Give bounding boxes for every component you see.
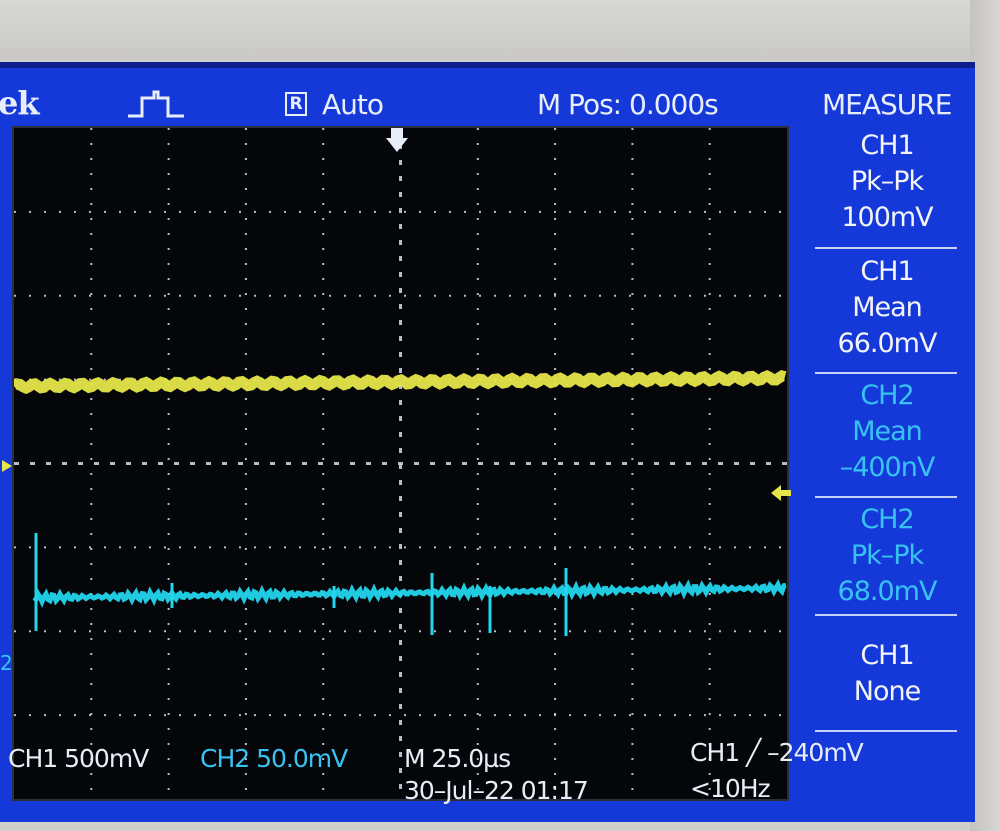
measure-5-channel: CH1	[860, 640, 914, 671]
rising-edge-pulse-icon	[128, 90, 184, 118]
measure-1-channel: CH1	[860, 130, 914, 161]
measure-3-type: Mean	[852, 416, 923, 447]
acquisition-badge: R	[285, 92, 307, 116]
measure-slot-3[interactable]: CH2 Mean –400nV	[813, 378, 961, 486]
date-time-readout: 30–Jul–22 01:17	[404, 776, 589, 805]
waveform-graticule	[12, 126, 789, 801]
brand-logo: ek	[0, 84, 40, 122]
ch2-ground-marker: 2	[0, 651, 13, 675]
measure-1-type: Pk–Pk	[850, 166, 924, 197]
menu-divider	[815, 496, 957, 498]
ch2-trace	[32, 579, 787, 608]
ch1-scale-readout: CH1 500mV	[8, 744, 149, 773]
oscilloscope-screen: ek R Auto M Pos: 0.000s MEASURE 2 CH1 Pk…	[0, 62, 975, 822]
measure-slot-4[interactable]: CH2 Pk–Pk 68.0mV	[813, 502, 961, 610]
trigger-level-marker	[771, 485, 791, 501]
measure-4-type: Pk–Pk	[850, 540, 924, 571]
menu-divider	[815, 614, 957, 616]
trigger-frequency-readout: <10Hz	[690, 774, 771, 803]
ch1-trace	[14, 369, 787, 395]
measure-3-channel: CH2	[860, 380, 914, 411]
timebase-readout: M 25.0µs	[404, 744, 511, 773]
menu-divider	[815, 372, 957, 374]
measure-2-channel: CH1	[860, 256, 914, 287]
trigger-position-marker	[386, 128, 408, 152]
measure-menu-title: MEASURE	[822, 88, 952, 121]
ch2-scale-readout: CH2 50.0mV	[200, 744, 348, 773]
measure-4-value: 68.0mV	[837, 576, 938, 607]
main-position-readout: M Pos: 0.000s	[537, 88, 719, 121]
graticule-grid	[14, 128, 787, 799]
measure-slot-2[interactable]: CH1 Mean 66.0mV	[813, 254, 961, 362]
measure-1-value: 100mV	[841, 202, 933, 233]
measure-side-menu: CH1 Pk–Pk 100mV CH1 Mean 66.0mV CH2 Mean…	[813, 120, 961, 784]
measure-2-value: 66.0mV	[837, 328, 938, 359]
measure-slot-1[interactable]: CH1 Pk–Pk 100mV	[813, 128, 961, 236]
scope-bezel-top	[0, 0, 1000, 60]
trigger-setting-readout: CH1 ╱ –240mV	[690, 738, 864, 767]
ch1-ground-marker	[2, 460, 12, 472]
measure-4-channel: CH2	[860, 504, 914, 535]
measure-5-type: None	[853, 676, 921, 707]
acquisition-mode: Auto	[322, 88, 384, 121]
measure-3-value: –400nV	[839, 452, 936, 483]
menu-divider	[815, 247, 957, 249]
measure-slot-5[interactable]: CH1 None	[813, 638, 961, 710]
menu-divider	[815, 730, 957, 732]
measure-2-type: Mean	[852, 292, 923, 323]
